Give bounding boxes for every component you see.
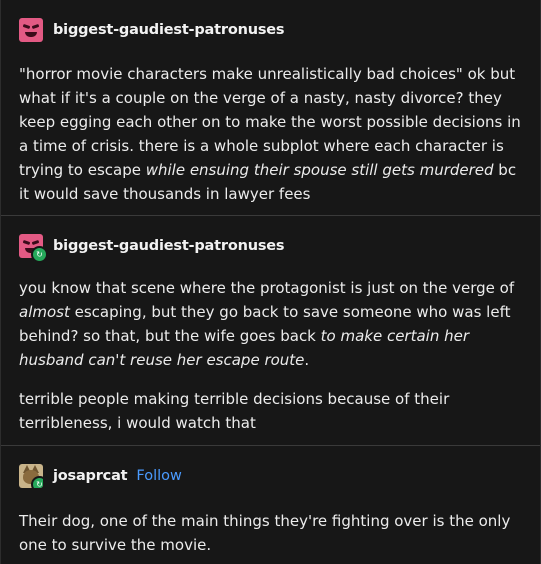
text-run: Their dog, one of the main things they'r… [19,512,511,554]
italic-text-run: while ensuing their spouse still gets mu… [145,161,494,179]
post-thread: biggest-gaudiest-patronuses "horror movi… [1,0,540,564]
post-body: Their dog, one of the main things they'r… [19,509,522,557]
text-run: . [304,351,310,369]
username-link[interactable]: biggest-gaudiest-patronuses [53,22,285,38]
avatar-eye-left [22,23,31,30]
text-run: you know that scene where the protagonis… [19,279,515,297]
post-header: ↻ josaprcat Follow [19,462,522,490]
text-run: terrible people making terrible decision… [19,390,450,432]
reblog-icon: ↻ [31,476,43,488]
post-3: ↻ josaprcat Follow Their dog, one of the… [1,446,540,564]
post-paragraph: you know that scene where the protagonis… [19,276,522,372]
post-header: ↻ biggest-gaudiest-patronuses [19,232,522,263]
avatar-eye-right [31,239,40,246]
post-paragraph: Their dog, one of the main things they'r… [19,509,522,557]
avatar[interactable]: ↻ [19,234,48,263]
avatar-eye-right [31,23,40,30]
avatar[interactable]: ↻ [19,464,43,488]
post-paragraph: terrible people making terrible decision… [19,387,522,435]
post-2: ↻ biggest-gaudiest-patronuses you know t… [1,216,540,446]
avatar[interactable] [19,18,43,42]
username-link[interactable]: josaprcat [53,468,128,484]
follow-button[interactable]: Follow [136,468,181,484]
username-link[interactable]: biggest-gaudiest-patronuses [53,238,285,254]
post-paragraph: "horror movie characters make unrealisti… [19,62,522,206]
post-body: "horror movie characters make unrealisti… [19,62,522,206]
avatar-mouth [25,32,37,37]
italic-text-run: almost [19,303,70,321]
post-1: biggest-gaudiest-patronuses "horror movi… [1,0,540,216]
reblog-icon: ↻ [31,246,48,263]
avatar-eye-left [22,239,31,246]
post-body: you know that scene where the protagonis… [19,276,522,435]
post-header: biggest-gaudiest-patronuses [19,16,522,44]
